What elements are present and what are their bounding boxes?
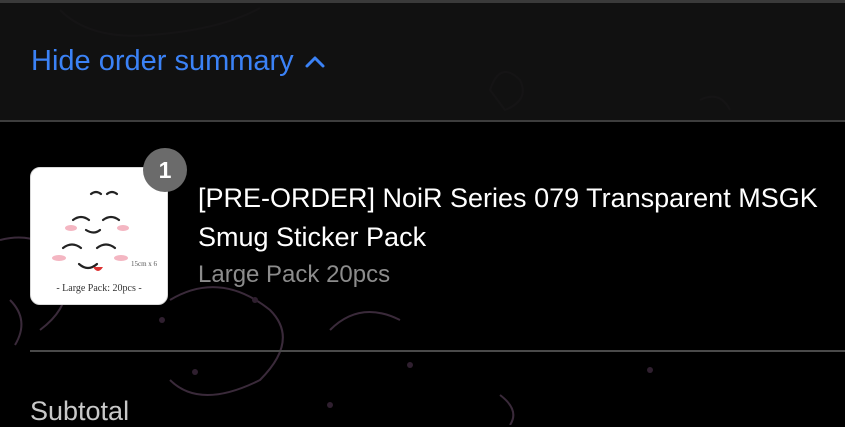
subtotal-label: Subtotal [30,396,130,426]
product-variant: Large Pack 20pcs [198,261,391,288]
order-summary-toggle-bar: Hide order summary [0,3,845,122]
thumbnail-size-text: 15cm x 6 [131,260,158,268]
product-title: [PRE-ORDER] NoiR Series 079 Transparent … [198,183,818,252]
chevron-up-icon [305,56,325,67]
thumbnail-caption: - Large Pack: 20pcs - [56,283,142,294]
line-item-divider [30,350,845,352]
toggle-label: Hide order summary [31,45,294,77]
quantity-badge: 1 [143,148,187,192]
product-thumbnail-wrapper: 15cm x 6 - Large Pack: 20pcs - 1 [30,148,187,305]
product-thumbnail: 15cm x 6 - Large Pack: 20pcs - [30,167,168,305]
hide-order-summary-toggle[interactable]: Hide order summary [31,45,326,78]
